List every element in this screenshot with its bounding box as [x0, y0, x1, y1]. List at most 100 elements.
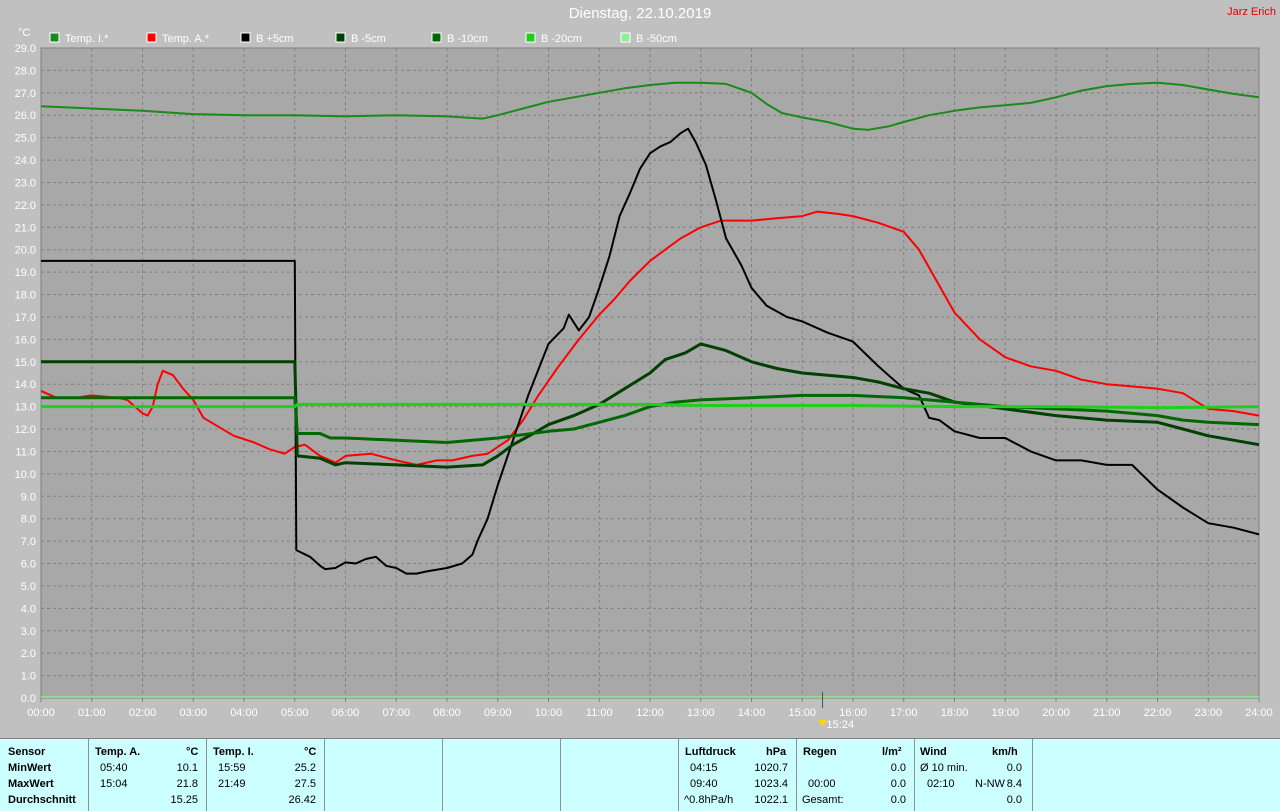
- legend-swatch: [146, 32, 157, 43]
- y-tick-label: 9.0: [21, 491, 36, 503]
- rain-value: 0.0: [890, 778, 906, 790]
- y-tick-label: 14.0: [15, 379, 36, 391]
- x-tick-label: 00:00: [27, 707, 55, 719]
- wind-unit: km/h: [992, 746, 1018, 758]
- y-tick-label: 10.0: [15, 469, 36, 481]
- y-tick-label: 20.0: [15, 245, 36, 257]
- pressure-max-time: 09:40: [690, 778, 718, 790]
- legend-label: B +5cm: [256, 33, 294, 45]
- y-tick-label: 27.0: [15, 88, 36, 100]
- y-tick-label: 11.0: [15, 446, 36, 458]
- x-tick-label: 01:00: [78, 707, 106, 719]
- temp-i-min: 25.2: [294, 762, 316, 774]
- y-tick-label: 12.0: [15, 424, 36, 436]
- temp-i-min-time: 15:59: [218, 762, 246, 774]
- x-tick-label: 22:00: [1144, 707, 1172, 719]
- y-tick-label: 8.0: [21, 514, 36, 526]
- y-tick-label: 2.0: [21, 648, 36, 660]
- y-tick-label: 28.0: [15, 65, 36, 77]
- wind-current: 0.0: [1006, 794, 1022, 806]
- y-tick-label: 3.0: [21, 626, 36, 638]
- x-tick-label: 16:00: [839, 707, 867, 719]
- temp-a-min-time: 05:40: [100, 762, 128, 774]
- y-unit-label: °C: [18, 27, 30, 39]
- y-tick-label: 5.0: [21, 581, 36, 593]
- legend-swatch: [335, 32, 346, 43]
- legend-label: Temp. I.*: [65, 33, 109, 45]
- row-label-avg: Durchschnitt: [8, 794, 76, 806]
- temp-a-max: 21.8: [176, 778, 198, 790]
- y-tick-label: 6.0: [21, 559, 36, 571]
- x-tick-label: 20:00: [1042, 707, 1070, 719]
- rain-header: Regen: [803, 746, 837, 758]
- temperature-chart: 0.0 1.0 2.0 3.0 4.0 5.0 6.0 7.0 8.0 9.0 10.0 11.0 12…: [15, 27, 1273, 731]
- wind-max-time: 02:10: [927, 778, 955, 790]
- x-tick-label: 15:00: [788, 707, 816, 719]
- temp-a-avg: 15.25: [170, 794, 198, 806]
- pressure-header: Luftdruck: [685, 746, 736, 758]
- legend-swatch: [525, 32, 536, 43]
- temp-i-header: Temp. I.: [213, 746, 254, 758]
- pressure-trend: ^0.8hPa/h: [684, 794, 734, 806]
- x-tick-label: 11:00: [586, 707, 613, 719]
- sensor-header: Sensor: [8, 746, 46, 758]
- x-tick-label: 13:00: [687, 707, 715, 719]
- y-tick-label: 13.0: [15, 402, 36, 414]
- x-tick-label: 10:00: [535, 707, 563, 719]
- x-tick-label: 05:00: [281, 707, 309, 719]
- pressure-max: 1023.4: [754, 778, 788, 790]
- row-label-max: MaxWert: [8, 778, 54, 790]
- y-tick-label: 21.0: [15, 222, 36, 234]
- x-tick-label: 04:00: [230, 707, 258, 719]
- temp-a-min: 10.1: [176, 762, 198, 774]
- x-tick-label: 08:00: [433, 707, 461, 719]
- x-tick-label: 06:00: [332, 707, 360, 719]
- x-tick-label: 09:00: [484, 707, 512, 719]
- rain-total-label: Gesamt:: [802, 794, 844, 806]
- pressure-min: 1020.7: [754, 762, 788, 774]
- x-tick-label: 23:00: [1194, 707, 1222, 719]
- y-tick-label: 26.0: [15, 110, 36, 122]
- pressure-min-time: 04:15: [690, 762, 718, 774]
- pressure-unit: hPa: [766, 746, 787, 758]
- y-tick-label: 25.0: [15, 133, 36, 145]
- y-tick-label: 16.0: [15, 334, 36, 346]
- temp-a-unit: °C: [186, 746, 199, 758]
- wind-avg-label: Ø 10 min.: [920, 762, 968, 774]
- wind-header: Wind: [920, 746, 947, 758]
- x-tick-label: 24:00: [1245, 707, 1273, 719]
- legend-swatch: [49, 32, 60, 43]
- rain-time: 00:00: [808, 778, 836, 790]
- x-tick-label: 19:00: [991, 707, 1019, 719]
- pressure-current: 1022.1: [754, 794, 788, 806]
- y-tick-label: 15.0: [15, 357, 36, 369]
- x-tick-label: 02:00: [129, 707, 157, 719]
- rain-rate: 0.0: [890, 762, 906, 774]
- temp-i-max-time: 21:49: [218, 778, 246, 790]
- y-tick-label: 23.0: [15, 177, 36, 189]
- y-tick-label: 7.0: [21, 536, 36, 548]
- y-tick-label: 1.0: [21, 671, 36, 683]
- legend-label: B -5cm: [351, 33, 386, 45]
- y-tick-label: 29.0: [15, 43, 36, 55]
- legend-label: B -10cm: [447, 33, 488, 45]
- rain-total: 0.0: [890, 794, 906, 806]
- y-tick-label: 4.0: [21, 603, 36, 615]
- temp-i-avg: 26.42: [288, 794, 316, 806]
- temp-a-header: Temp. A.: [95, 746, 141, 758]
- x-tick-label: 07:00: [382, 707, 410, 719]
- x-tick-label: 14:00: [738, 707, 766, 719]
- time-cursor-marker: [818, 720, 827, 727]
- temp-a-max-time: 15:04: [100, 778, 128, 790]
- wind-max: 8.4: [1006, 778, 1022, 790]
- x-tick-label: 18:00: [941, 707, 969, 719]
- legend-label: B -20cm: [541, 33, 582, 45]
- time-cursor-label: 15:24: [827, 719, 855, 731]
- legend-label: Temp. A.*: [162, 33, 210, 45]
- y-tick-label: 0.0: [21, 693, 36, 705]
- x-tick-label: 03:00: [179, 707, 207, 719]
- legend-swatch: [620, 32, 631, 43]
- rain-unit: l/m²: [882, 746, 902, 758]
- x-tick-label: 17:00: [890, 707, 918, 719]
- legend-swatch: [240, 32, 251, 43]
